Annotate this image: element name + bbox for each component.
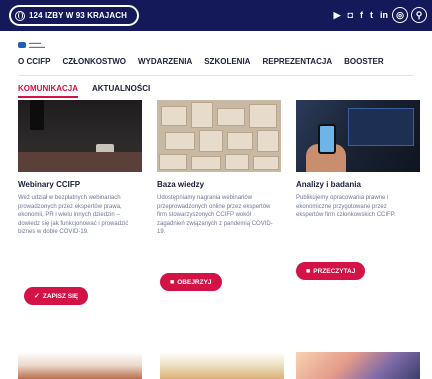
card-webinary: Webinary CCIFP Weź udział w bezpłatnych …	[18, 100, 142, 237]
global-network-label: 124 IZBY W 93 KRAJACH	[29, 11, 127, 20]
card-analizy: Analizy i badania Publikujemy opracowani…	[296, 100, 420, 220]
next-card-image-3	[296, 352, 420, 379]
card-text: Weź udział w bezpłatnych webinariach pro…	[18, 195, 129, 236]
primary-nav: O CCIFP CZŁONKOSTWO WYDARZENIA SZKOLENIA…	[18, 57, 414, 66]
card-title[interactable]: Baza wiedzy	[157, 180, 281, 189]
video-icon: ■	[170, 278, 175, 286]
nav-item-o-ccifp[interactable]: O CCIFP	[18, 57, 50, 66]
social-links: ▶ ◘ f t in	[334, 9, 388, 21]
logo-mark	[18, 42, 26, 48]
document-icon: ■	[306, 267, 311, 275]
card-image-webinary	[18, 100, 142, 172]
nav-divider	[18, 75, 414, 76]
youtube-icon[interactable]: ▶	[334, 9, 341, 21]
card-image-baza-wiedzy	[157, 100, 281, 172]
nav-item-wydarzenia[interactable]: WYDARZENIA	[138, 57, 192, 66]
globe-icon	[15, 10, 25, 21]
site-logo[interactable]: ▬▬▬ ▬▬▬▬	[18, 41, 45, 49]
facebook-icon[interactable]: f	[360, 9, 363, 21]
linkedin-icon[interactable]: in	[380, 9, 388, 21]
card-text: Publikujemy opracowania prawne i ekonomi…	[296, 195, 396, 219]
next-card-image-1	[18, 352, 142, 379]
check-icon: ✓	[34, 293, 40, 300]
watch-button-label: OBEJRZYJ	[177, 278, 212, 286]
card-title[interactable]: Analizy i badania	[296, 180, 420, 189]
nav-item-czlonkostwo[interactable]: CZŁONKOSTWO	[62, 57, 126, 66]
watch-button[interactable]: ■ OBEJRZYJ	[160, 273, 222, 291]
next-card-image-2	[160, 352, 284, 379]
card-title[interactable]: Webinary CCIFP	[18, 180, 142, 189]
card-image-analizy	[296, 100, 420, 172]
read-button[interactable]: ■ PRZECZYTAJ	[296, 262, 366, 280]
nav-item-komunikacja[interactable]: KOMUNIKACJA	[18, 84, 78, 98]
secondary-nav: KOMUNIKACJA AKTUALNOŚCI	[18, 84, 150, 98]
read-button-label: PRZECZYTAJ	[313, 267, 356, 275]
nav-item-reprezentacja[interactable]: REPREZENTACJA	[262, 57, 332, 66]
search-icon[interactable]: ⚲	[411, 7, 427, 23]
global-network-badge[interactable]: 124 IZBY W 93 KRAJACH	[9, 5, 139, 26]
instagram-icon[interactable]: ◘	[348, 9, 353, 21]
card-baza-wiedzy: Baza wiedzy Udostępniamy nagrania webina…	[157, 100, 281, 237]
nav-item-szkolenia[interactable]: SZKOLENIA	[204, 57, 250, 66]
nav-item-booster[interactable]: BOOSTER	[344, 57, 384, 66]
top-bar: 124 IZBY W 93 KRAJACH ▶ ◘ f t in ◎ ⚲	[0, 0, 432, 31]
register-button-label: ZAPISZ SIĘ	[42, 292, 79, 300]
logo-text: ▬▬▬ ▬▬▬▬	[29, 40, 45, 49]
nav-item-aktualnosci[interactable]: AKTUALNOŚCI	[92, 84, 150, 98]
language-icon[interactable]: ◎	[392, 7, 408, 23]
twitter-icon[interactable]: t	[370, 9, 373, 21]
register-button[interactable]: ✓ ZAPISZ SIĘ	[24, 287, 89, 305]
card-text: Udostępniamy nagrania webinariów przepro…	[157, 195, 273, 236]
